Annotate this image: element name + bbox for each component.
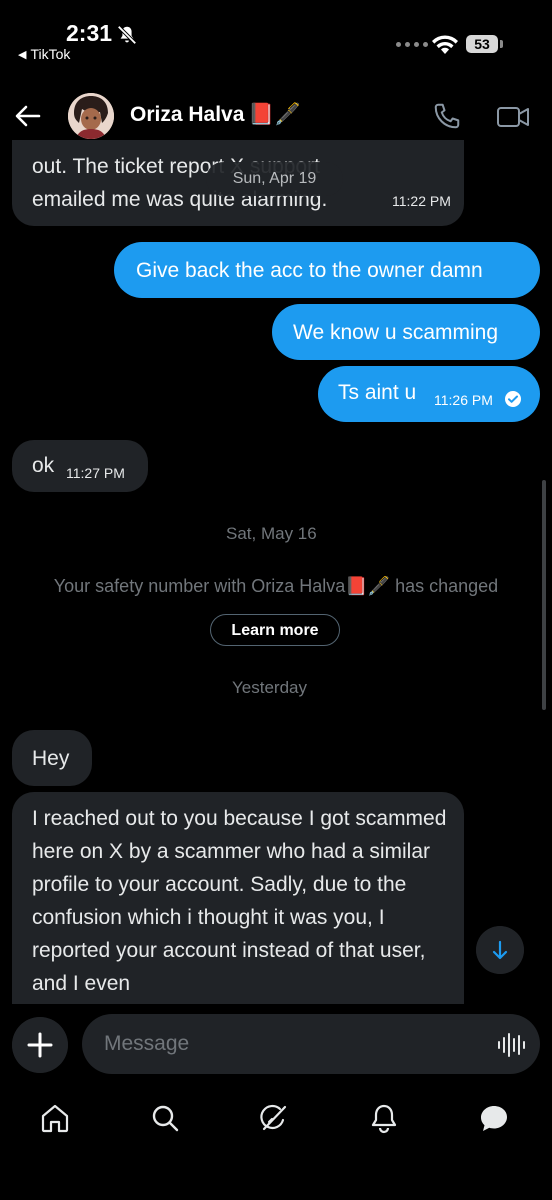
contact-name-emojis: 📕🖋️ [248, 103, 301, 126]
battery-tip [500, 40, 503, 48]
contact-name[interactable]: Oriza Halva 📕🖋️ [130, 103, 301, 127]
status-time: 2:31 [66, 20, 113, 46]
scrollbar[interactable] [542, 480, 546, 710]
message-text: Ts aint u [338, 381, 417, 404]
learn-more-button[interactable]: Learn more [210, 614, 340, 646]
grok-icon[interactable] [258, 1102, 290, 1134]
message-text: We know u scamming [293, 321, 499, 344]
bell-muted-icon [117, 25, 137, 45]
video-call-icon[interactable] [496, 103, 530, 131]
message-bubble-in[interactable]: ok 11:27 PM [12, 440, 148, 492]
date-separator: Yesterday [232, 678, 307, 697]
add-attachment-button[interactable] [12, 1017, 68, 1073]
back-arrow-icon[interactable] [14, 102, 42, 130]
safety-notice-suffix: has changed [395, 576, 499, 596]
notifications-icon[interactable] [368, 1102, 400, 1134]
back-to-app-link[interactable]: ◀ TikTok [18, 46, 70, 62]
message-text: ok [32, 454, 55, 477]
message-time: 11:22 PM [392, 193, 451, 209]
read-receipt-icon [505, 391, 521, 407]
signal-icon [396, 42, 428, 47]
wifi-icon [432, 35, 458, 54]
scroll-to-bottom-button[interactable] [476, 926, 524, 974]
date-separator: Sat, May 16 [226, 524, 317, 543]
safety-notice-prefix: Your safety number with Oriza Halva [53, 576, 346, 596]
home-icon[interactable] [39, 1102, 71, 1134]
search-icon[interactable] [149, 1102, 181, 1134]
message-text: Hey [32, 747, 70, 770]
messages-icon[interactable] [478, 1102, 510, 1134]
message-bubble-in[interactable]: Hey [12, 730, 92, 786]
message-bubble-out[interactable]: Ts aint u 11:26 PM [318, 366, 540, 422]
safety-notice-emojis: 📕🖋️ [345, 576, 391, 596]
sticky-date-chip: Sun, Apr 19 [206, 162, 343, 196]
message-text: I reached out to you because I got scamm… [32, 807, 447, 995]
phone-call-icon[interactable] [432, 101, 462, 131]
message-text: Give back the acc to the owner damn [136, 259, 483, 282]
message-bubble-out[interactable]: We know u scamming [272, 304, 540, 360]
contact-name-text: Oriza Halva [130, 103, 245, 126]
back-app-label: TikTok [30, 46, 71, 62]
message-input[interactable] [82, 1014, 540, 1074]
message-time: 11:26 PM [434, 392, 493, 408]
message-time: 11:27 PM [66, 465, 125, 481]
message-bubble-in[interactable]: I reached out to you because I got scamm… [12, 792, 464, 1004]
safety-number-notice: Your safety number with Oriza Halva📕🖋️ h… [0, 576, 552, 597]
message-bubble-out[interactable]: Give back the acc to the owner damn [114, 242, 540, 298]
voice-message-icon[interactable] [496, 1030, 526, 1060]
battery-level: 53 [466, 35, 498, 53]
back-triangle-icon: ◀ [18, 48, 27, 61]
contact-avatar[interactable] [68, 93, 114, 139]
